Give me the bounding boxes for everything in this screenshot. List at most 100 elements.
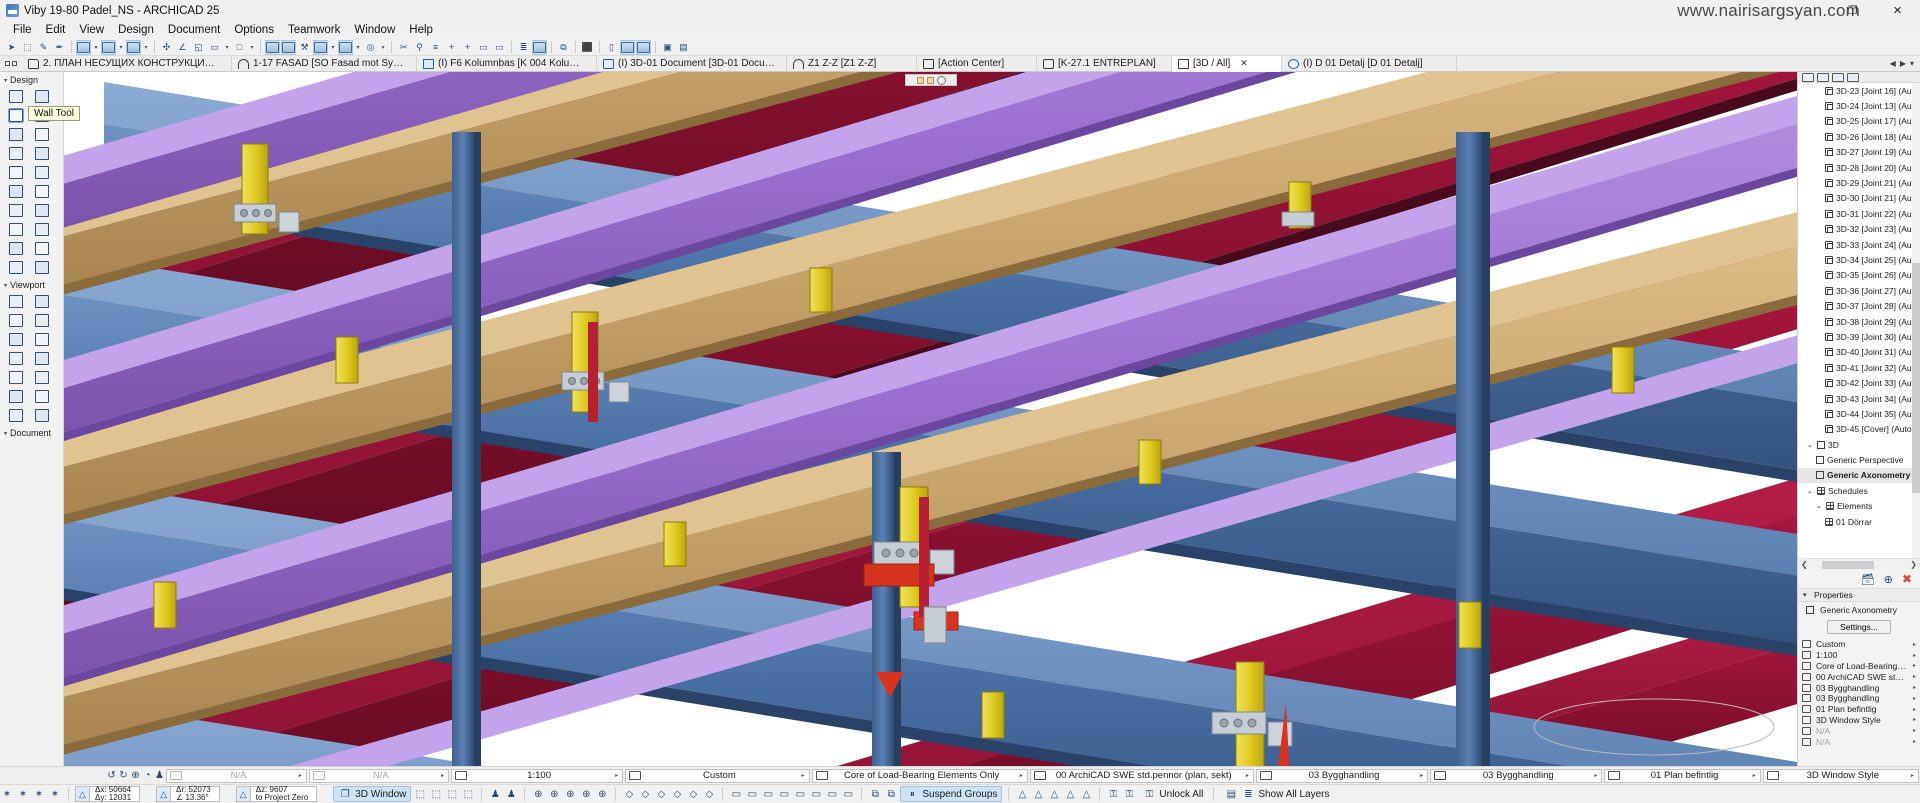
section-tool-icon[interactable] (29, 406, 55, 425)
polyline-tool-icon[interactable] (3, 368, 29, 387)
3d-window-button[interactable]: ❐ 3D Window (333, 786, 412, 802)
coordinate-box[interactable]: △ Δr: 52073 ∠ 13.36° (156, 785, 220, 802)
drawing-tool-icon[interactable] (3, 406, 29, 425)
ungroup-icon[interactable]: ⧉ (884, 788, 898, 801)
chevron-right-icon[interactable]: ▸ (1913, 652, 1920, 659)
unlock-all-button[interactable]: ⚿ Unlock All (1138, 786, 1207, 802)
3d-sun-icon[interactable]: ⊕ (595, 788, 609, 801)
dimension-tool-icon[interactable] (3, 292, 29, 311)
3d-viewport[interactable] (64, 72, 1797, 766)
toolbox-group-document[interactable]: ▾ Document (0, 425, 63, 440)
radial-dimension-tool-icon[interactable] (3, 311, 29, 330)
delete-view-icon[interactable]: ✖ (1902, 572, 1912, 586)
3d-window-icon[interactable]: ❐ (338, 788, 352, 801)
attribute-row[interactable]: N/A ▸ (1798, 736, 1920, 747)
coordinate-box[interactable]: △ Δx: 50664 Δy: 12031 (75, 785, 141, 802)
chevron-down-icon[interactable]: ▾ (4, 430, 7, 437)
toolbox-group-viewport[interactable]: ▾ Viewport (0, 277, 63, 292)
tab-6[interactable]: [Action Center] (917, 55, 1037, 72)
grid-icon[interactable]: ✶ (32, 788, 46, 801)
layers-hide-icon[interactable]: ▤ (1224, 788, 1238, 801)
navigator-item[interactable]: 3D-39 [Joint 30] (Auto (1798, 329, 1920, 344)
zoom-icon[interactable]: ⚲ (412, 40, 427, 55)
palette-swatch-icon[interactable] (926, 76, 934, 84)
navigator-item[interactable]: 3D-24 [Joint 13] (Auto (1798, 98, 1920, 113)
navigator-item[interactable]: 3D-45 [Cover] (Auto-r (1798, 422, 1920, 437)
arc-tool-icon[interactable] (29, 349, 55, 368)
tab-scroll-left-icon[interactable]: ◀ (1890, 59, 1896, 68)
morph-tool-icon[interactable] (3, 182, 29, 201)
navigator-item[interactable]: 3D-23 [Joint 16] (Auto (1798, 83, 1920, 98)
scroll-left-arrow[interactable]: ❮ (1798, 560, 1808, 569)
plus-icon[interactable]: + (444, 40, 459, 55)
pen-icon[interactable]: ✒ (52, 40, 67, 55)
arrow-tool-icon[interactable]: ➤ (4, 40, 19, 55)
pan-icon[interactable]: ↺ (106, 769, 118, 783)
quick-option-pen-set[interactable]: 00 ArchiCAD SWE std.pennor (plan, sekt) ▸ (1029, 768, 1254, 783)
navigator-item[interactable]: 3D-25 [Joint 17] (Auto (1798, 114, 1920, 129)
attribute-row[interactable]: 03 Bygghandling ▸ (1798, 682, 1920, 693)
3d-all-icon[interactable]: ⊕ (531, 788, 545, 801)
level-dimension-tool-icon[interactable] (29, 292, 55, 311)
quick-option-layers[interactable]: Custom ▸ (625, 768, 810, 783)
beam-tool-icon[interactable] (29, 125, 55, 144)
orbit-icon[interactable]: ◔ (141, 769, 153, 783)
properties-section-header[interactable]: ▾ Properties (1798, 588, 1920, 602)
attribute-row[interactable]: 01 Plan befintlig ▸ (1798, 704, 1920, 715)
scrollbar-thumb[interactable] (1821, 560, 1874, 569)
elevate-icon[interactable]: □ (232, 40, 247, 55)
plus2-icon[interactable]: + (460, 40, 475, 55)
menu-item-document[interactable]: Document (161, 23, 227, 37)
chevron-down-icon[interactable]: ▾ (379, 40, 387, 55)
render-settings-icon[interactable]: ◇ (654, 788, 668, 801)
orbit-icon[interactable] (338, 39, 353, 55)
magnet-icon[interactable]: ◱ (191, 40, 206, 55)
fill-icon[interactable]: ⬛ (580, 40, 595, 55)
figure-icon[interactable]: ⚒ (297, 40, 312, 55)
chevron-down-icon[interactable]: ⌄ (1816, 502, 1823, 510)
door-icon[interactable]: ▯ (604, 40, 619, 55)
3d-cutaway-icon[interactable] (281, 39, 296, 55)
navigator-item[interactable]: 3D-30 [Joint 21] (Auto (1798, 191, 1920, 206)
tab-9[interactable]: (I) D 01 Detalj [D 01 Detalj] (1282, 55, 1457, 72)
menu-item-window[interactable]: Window (347, 23, 402, 37)
group-icon[interactable]: ⧉ (868, 788, 882, 801)
chevron-down-icon[interactable]: ▾ (1803, 591, 1810, 599)
column-tool-icon[interactable] (3, 125, 29, 144)
line-tool-icon[interactable] (3, 349, 29, 368)
chevron-down-icon[interactable]: ▾ (117, 40, 125, 55)
toolbox-group-design[interactable]: ▾ Design (0, 72, 63, 87)
chevron-right-icon[interactable]: ▸ (1913, 727, 1920, 734)
camera-icon[interactable]: ▭ (761, 788, 775, 801)
chevron-right-icon[interactable]: ▸ (1913, 641, 1920, 648)
marquee-tool-icon[interactable] (29, 87, 55, 106)
navigator-item[interactable]: 3D-41 [Joint 32] (Auto (1798, 360, 1920, 375)
menu-item-help[interactable]: Help (402, 23, 440, 37)
quick-option-pen[interactable]: N/A ▸ (308, 768, 449, 783)
photorender-icon[interactable]: ◇ (686, 788, 700, 801)
navigator-item[interactable]: 01 Dörrar (1798, 514, 1920, 529)
quick-option-3d-view[interactable]: N/A ▸ (166, 768, 307, 783)
navigator-item[interactable]: 3D-40 [Joint 31] (Auto (1798, 345, 1920, 360)
navigator-item[interactable]: 3D-37 [Joint 28] (Auto (1798, 298, 1920, 313)
minimize-button[interactable]: – (1785, 0, 1830, 21)
attribute-row[interactable]: 3D Window Style ▸ (1798, 715, 1920, 726)
navigator-item[interactable]: 3D-42 [Joint 33] (Auto (1798, 375, 1920, 390)
chevron-down-icon[interactable]: ▾ (223, 40, 231, 55)
navigator-tree[interactable]: 3D-23 [Joint 16] (Auto 3D-24 [Joint 13] (… (1798, 83, 1920, 558)
chevron-right-icon[interactable]: ▸ (611, 772, 622, 779)
chevron-right-icon[interactable]: ▸ (295, 772, 306, 779)
bring-front-icon[interactable]: △ (1015, 788, 1029, 801)
floating-mini-palette[interactable] (905, 74, 957, 86)
open-file-icon[interactable] (76, 39, 91, 55)
photorender-dropdown-icon[interactable]: ◇ (702, 788, 716, 801)
fill-tool-icon[interactable] (29, 330, 55, 349)
guide-icon[interactable]: ∠ (175, 40, 190, 55)
chevron-right-icon[interactable]: ▸ (1913, 695, 1920, 702)
navigator-item[interactable]: 3D-44 [Joint 35] (Auto (1798, 406, 1920, 421)
navigator-item[interactable]: 3D-26 [Joint 18] (Auto (1798, 129, 1920, 144)
tab-4[interactable]: (I) 3D-01 Document [3D-01 Document] (597, 55, 787, 72)
publisher-icon[interactable] (1847, 72, 1859, 82)
navigator-horizontal-scrollbar[interactable]: ❮ ❯ (1798, 558, 1920, 570)
tab-close-icon[interactable]: ✕ (1240, 58, 1248, 69)
